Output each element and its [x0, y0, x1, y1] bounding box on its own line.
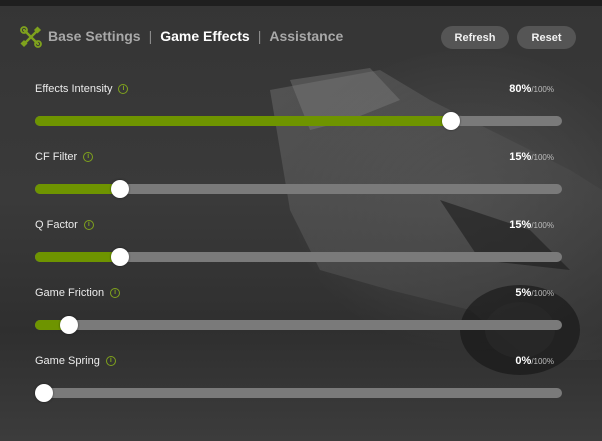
setting-value-number: 5% [515, 287, 532, 299]
setting-value-max: /100% [531, 221, 554, 230]
setting-value-number: 15% [509, 219, 532, 231]
tab-separator: | [148, 28, 153, 44]
info-icon[interactable]: i [118, 84, 129, 94]
tab-assistance[interactable]: Assistance [269, 28, 343, 44]
setting-label: Game Friction i [35, 287, 121, 299]
slider-fill [35, 184, 121, 194]
tab-base-settings[interactable]: Base Settings [48, 28, 141, 44]
setting-value-max: /100% [531, 85, 554, 94]
setting-value: 0%/100% [515, 355, 554, 367]
setting-value-max: /100% [531, 357, 554, 366]
q-factor-slider[interactable] [35, 248, 562, 266]
setting-cf-filter: CF Filter i 15%/100% [35, 151, 562, 211]
slider-thumb[interactable] [111, 248, 130, 266]
refresh-button[interactable]: Refresh [441, 26, 509, 49]
info-icon[interactable]: i [110, 288, 121, 298]
setting-label: Q Factor i [35, 219, 94, 231]
slider-thumb[interactable] [60, 316, 79, 334]
game-spring-slider[interactable] [35, 384, 562, 402]
setting-game-spring: Game Spring i 0%/100% [35, 355, 562, 415]
setting-value: 80%/100% [509, 83, 554, 95]
slider-fill [35, 252, 121, 262]
setting-value-number: 15% [509, 151, 532, 163]
setting-value-number: 80% [509, 83, 532, 95]
reset-button[interactable]: Reset [517, 26, 576, 49]
setting-label: Game Spring i [35, 355, 116, 367]
setting-value-max: /100% [531, 289, 554, 298]
setting-value: 15%/100% [509, 151, 554, 163]
info-icon[interactable]: i [83, 152, 94, 162]
slider-thumb[interactable] [442, 112, 461, 130]
effects-intensity-slider[interactable] [35, 112, 562, 130]
setting-label-text: CF Filter [35, 151, 78, 163]
setting-value: 5%/100% [515, 287, 554, 299]
setting-label-text: Effects Intensity [35, 83, 113, 95]
slider-fill [35, 116, 452, 126]
tab-separator: | [257, 28, 262, 44]
slider-thumb[interactable] [111, 180, 130, 198]
info-icon[interactable]: i [105, 356, 116, 366]
setting-label: Effects Intensity i [35, 83, 129, 95]
setting-label-text: Q Factor [35, 219, 78, 231]
tab-game-effects[interactable]: Game Effects [160, 28, 249, 44]
info-icon[interactable]: i [83, 220, 94, 230]
app-window: Base Settings | Game Effects | Assistanc… [0, 0, 602, 441]
setting-label: CF Filter i [35, 151, 94, 163]
setting-game-friction: Game Friction i 5%/100% [35, 287, 562, 347]
setting-label-text: Game Spring [35, 355, 100, 367]
game-friction-slider[interactable] [35, 316, 562, 334]
setting-value-max: /100% [531, 153, 554, 162]
setting-value-number: 0% [515, 355, 532, 367]
header: Base Settings | Game Effects | Assistanc… [0, 6, 602, 66]
slider-thumb[interactable] [35, 384, 53, 402]
setting-effects-intensity: Effects Intensity i 80%/100% [35, 83, 562, 143]
setting-label-text: Game Friction [35, 287, 105, 299]
crossed-tools-icon [20, 26, 42, 48]
setting-value: 15%/100% [509, 219, 554, 231]
cf-filter-slider[interactable] [35, 180, 562, 198]
settings-tabs: Base Settings | Game Effects | Assistanc… [48, 28, 343, 44]
setting-q-factor: Q Factor i 15%/100% [35, 219, 562, 279]
